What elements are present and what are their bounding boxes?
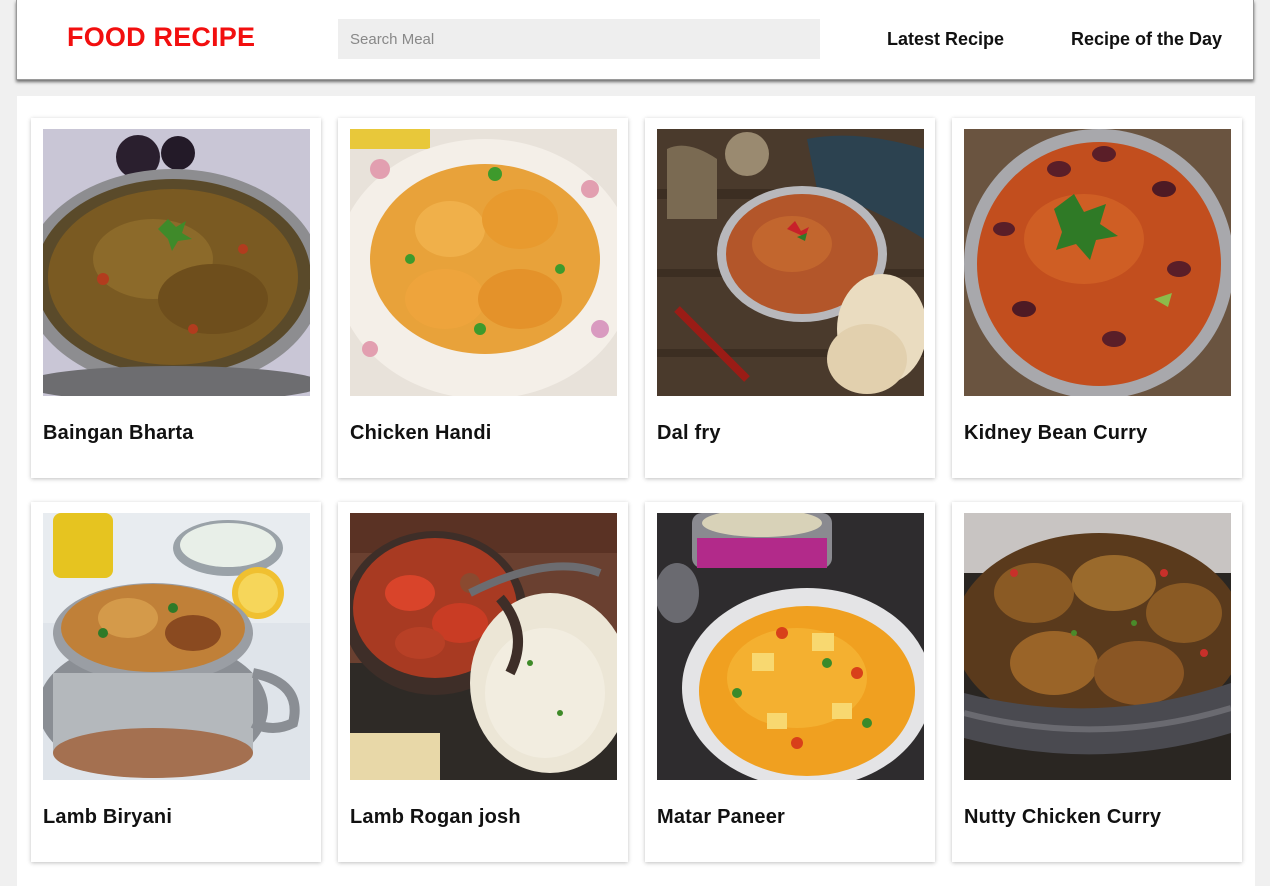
meal-image[interactable] xyxy=(43,129,310,396)
meal-card[interactable]: Dal fry xyxy=(645,118,935,478)
meal-card[interactable]: Chicken Handi xyxy=(338,118,628,478)
meal-card[interactable]: Lamb Rogan josh xyxy=(338,502,628,862)
nav-recipe-of-the-day[interactable]: Recipe of the Day xyxy=(1071,29,1222,50)
top-navbar: FOOD RECIPE Latest Recipe Recipe of the … xyxy=(16,0,1254,80)
meal-grid-container: Baingan Bharta Chicken Handi Dal fry Kid… xyxy=(17,96,1255,886)
meal-title: Kidney Bean Curry xyxy=(964,422,1148,444)
meal-title: Chicken Handi xyxy=(350,422,492,444)
meal-title: Lamb Rogan josh xyxy=(350,806,521,828)
meal-image[interactable] xyxy=(43,513,310,780)
meal-image[interactable] xyxy=(350,513,617,780)
meal-card[interactable]: Baingan Bharta xyxy=(31,118,321,478)
meal-card[interactable]: Kidney Bean Curry xyxy=(952,118,1242,478)
meal-image[interactable] xyxy=(657,513,924,780)
meal-title: Dal fry xyxy=(657,422,721,444)
meal-card[interactable]: Matar Paneer xyxy=(645,502,935,862)
meal-image[interactable] xyxy=(964,129,1231,396)
meal-title: Baingan Bharta xyxy=(43,422,194,444)
site-logo[interactable]: FOOD RECIPE xyxy=(67,22,255,53)
search-input[interactable] xyxy=(338,19,820,59)
meal-card[interactable]: Nutty Chicken Curry xyxy=(952,502,1242,862)
nav-latest-recipe[interactable]: Latest Recipe xyxy=(887,29,1004,50)
meal-image[interactable] xyxy=(964,513,1231,780)
meal-title: Nutty Chicken Curry xyxy=(964,806,1162,828)
meal-card[interactable]: Lamb Biryani xyxy=(31,502,321,862)
meal-image[interactable] xyxy=(350,129,617,396)
meal-title: Lamb Biryani xyxy=(43,806,173,828)
meal-image[interactable] xyxy=(657,129,924,396)
meal-grid: Baingan Bharta Chicken Handi Dal fry Kid… xyxy=(31,118,1242,862)
meal-title: Matar Paneer xyxy=(657,806,786,828)
